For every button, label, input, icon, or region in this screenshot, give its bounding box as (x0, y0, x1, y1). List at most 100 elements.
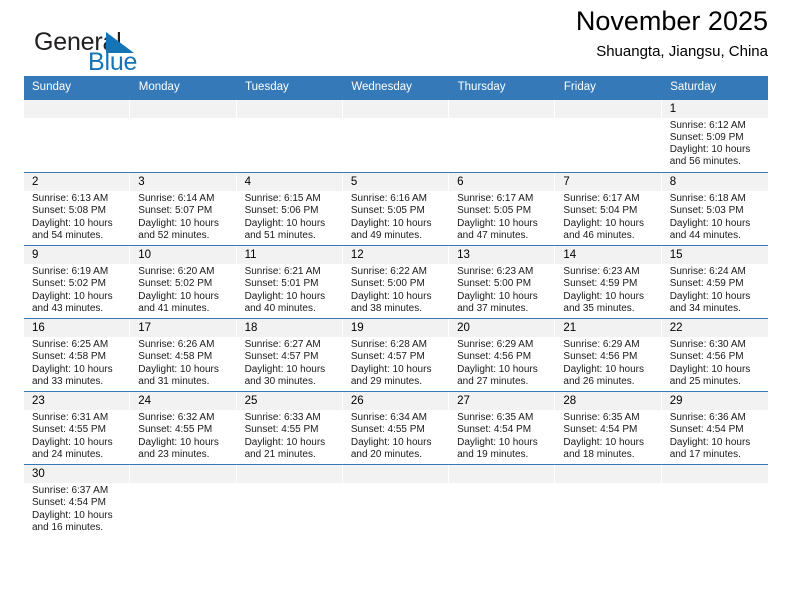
daylight-text: Daylight: 10 hours and 56 minutes. (669, 144, 751, 168)
day-cell-inner (342, 465, 450, 538)
calendar-day-cell[interactable]: 4 Sunrise: 6:15 AM Sunset: 5:06 PM Daylight… (236, 172, 343, 246)
sunrise-text: Sunrise: 6:33 AM (244, 412, 321, 423)
sunrise-text: Sunrise: 6:24 AM (669, 266, 746, 277)
calendar-day-cell[interactable]: 12 Sunrise: 6:22 AM Sunset: 5:00 PM Dayligh… (342, 245, 450, 319)
calendar-day-cell[interactable]: 16 Sunrise: 6:25 AM Sunset: 4:58 PM Dayligh… (24, 318, 131, 392)
day-number: 5 (342, 173, 449, 191)
sunrise-text: Sunrise: 6:19 AM (32, 266, 109, 277)
calendar-day-cell[interactable]: 14 Sunrise: 6:23 AM Sunset: 4:59 PM Dayligh… (555, 245, 662, 319)
sunrise-text: Sunrise: 6:12 AM (669, 119, 746, 131)
calendar-day-cell[interactable]: 13 Sunrise: 6:23 AM Sunset: 5:00 PM Dayligh… (449, 245, 556, 319)
day-details: Sunrise: 6:35 AM Sunset: 4:54 PM Daylight:… (555, 410, 660, 461)
calendar-day-cell[interactable]: 7 Sunrise: 6:17 AM Sunset: 5:04 PM Daylight… (555, 172, 662, 246)
calendar-day-cell[interactable]: 28 Sunrise: 6:35 AM Sunset: 4:54 PM Dayligh… (555, 391, 662, 465)
calendar-day-cell[interactable]: 9 Sunrise: 6:19 AM Sunset: 5:02 PM Daylight… (24, 245, 131, 319)
day-number-empty (342, 465, 449, 483)
weekday-header-wednesday: Wednesday (342, 76, 450, 100)
calendar-empty-cell (130, 99, 237, 173)
calendar-day-cell[interactable]: 10 Sunrise: 6:20 AM Sunset: 5:02 PM Dayligh… (130, 245, 237, 319)
day-details: Sunrise: 6:17 AM Sunset: 5:05 PM Daylight:… (449, 191, 554, 242)
day-number-empty (236, 99, 342, 118)
calendar-empty-cell (555, 464, 662, 538)
daylight-text: Daylight: 10 hours and 24 minutes. (32, 436, 113, 460)
calendar-day-cell[interactable]: 11 Sunrise: 6:21 AM Sunset: 5:01 PM Dayligh… (236, 245, 343, 319)
calendar-page: General Blue November 2025 Shuangta, Jia… (0, 0, 792, 612)
calendar-day-cell[interactable]: 18 Sunrise: 6:27 AM Sunset: 4:57 PM Dayligh… (236, 318, 343, 392)
day-cell-inner: 29 Sunrise: 6:36 AM Sunset: 4:54 PM Dayligh… (661, 392, 768, 464)
calendar-day-cell[interactable]: 24 Sunrise: 6:32 AM Sunset: 4:55 PM Dayligh… (130, 391, 237, 465)
day-details: Sunrise: 6:17 AM Sunset: 5:04 PM Daylight:… (555, 191, 660, 242)
calendar-day-cell[interactable]: 25 Sunrise: 6:33 AM Sunset: 4:55 PM Dayligh… (236, 391, 343, 465)
calendar-day-cell[interactable]: 1 Sunrise: 6:12 AM Sunset: 5:09 PM Daylight… (661, 99, 768, 173)
sunrise-text: Sunrise: 6:26 AM (138, 339, 215, 350)
day-cell-inner (236, 465, 343, 538)
day-number: 3 (130, 173, 236, 191)
calendar-day-cell[interactable]: 5 Sunrise: 6:16 AM Sunset: 5:05 PM Daylight… (342, 172, 450, 246)
calendar-day-cell[interactable]: 23 Sunrise: 6:31 AM Sunset: 4:55 PM Dayligh… (24, 391, 131, 465)
day-cell-inner: 22 Sunrise: 6:30 AM Sunset: 4:56 PM Dayligh… (661, 319, 768, 391)
calendar-day-cell[interactable]: 26 Sunrise: 6:34 AM Sunset: 4:55 PM Dayligh… (342, 391, 450, 465)
sunrise-text: Sunrise: 6:23 AM (457, 266, 534, 277)
calendar-day-cell[interactable]: 20 Sunrise: 6:29 AM Sunset: 4:56 PM Dayligh… (449, 318, 556, 392)
sunrise-text: Sunrise: 6:29 AM (563, 339, 640, 350)
day-cell-inner: 25 Sunrise: 6:33 AM Sunset: 4:55 PM Dayligh… (236, 392, 343, 464)
day-cell-inner: 12 Sunrise: 6:22 AM Sunset: 5:00 PM Dayligh… (342, 246, 450, 318)
sunset-text: Sunset: 5:06 PM (244, 205, 319, 217)
daylight-text: Daylight: 10 hours and 31 minutes. (138, 363, 219, 387)
sunset-text: Sunset: 4:55 PM (32, 424, 106, 436)
day-details: Sunrise: 6:12 AM Sunset: 5:09 PM Daylight:… (662, 118, 768, 169)
sunset-text: Sunset: 5:00 PM (350, 278, 425, 290)
calendar-day-cell[interactable]: 6 Sunrise: 6:17 AM Sunset: 5:05 PM Daylight… (449, 172, 556, 246)
calendar-day-cell[interactable]: 30 Sunrise: 6:37 AM Sunset: 4:54 PM Dayligh… (24, 464, 131, 538)
day-number-empty (24, 99, 130, 118)
day-number-empty (236, 465, 342, 483)
day-number: 22 (661, 319, 768, 337)
logo-text-blue: Blue (88, 48, 138, 76)
day-number-empty (661, 465, 768, 483)
calendar-week-row: 16 Sunrise: 6:25 AM Sunset: 4:58 PM Dayligh… (24, 318, 768, 392)
daylight-text: Daylight: 10 hours and 43 minutes. (32, 290, 113, 314)
calendar-empty-cell (342, 99, 450, 173)
sunrise-text: Sunrise: 6:29 AM (457, 339, 534, 350)
calendar-day-cell[interactable]: 2 Sunrise: 6:13 AM Sunset: 5:08 PM Daylight… (24, 172, 131, 246)
calendar-container: Sunday Monday Tuesday Wednesday Thursday… (24, 76, 768, 538)
sunset-text: Sunset: 4:54 PM (563, 424, 638, 436)
calendar-day-cell[interactable]: 22 Sunrise: 6:30 AM Sunset: 4:56 PM Dayligh… (661, 318, 768, 392)
calendar-day-cell[interactable]: 29 Sunrise: 6:36 AM Sunset: 4:54 PM Dayligh… (661, 391, 768, 465)
calendar-day-cell[interactable]: 21 Sunrise: 6:29 AM Sunset: 4:56 PM Dayligh… (555, 318, 662, 392)
day-cell-inner: 18 Sunrise: 6:27 AM Sunset: 4:57 PM Dayligh… (236, 319, 343, 391)
weekday-header-tuesday: Tuesday (236, 76, 344, 100)
sunrise-text: Sunrise: 6:17 AM (457, 193, 534, 204)
calendar-day-cell[interactable]: 3 Sunrise: 6:14 AM Sunset: 5:07 PM Daylight… (130, 172, 237, 246)
sunset-text: Sunset: 4:55 PM (350, 424, 425, 436)
day-details: Sunrise: 6:30 AM Sunset: 4:56 PM Daylight:… (662, 337, 768, 388)
sunrise-text: Sunrise: 6:14 AM (138, 193, 215, 204)
calendar-day-cell[interactable]: 17 Sunrise: 6:26 AM Sunset: 4:58 PM Dayligh… (130, 318, 237, 392)
daylight-text: Daylight: 10 hours and 25 minutes. (669, 363, 751, 387)
day-number: 14 (555, 246, 661, 264)
calendar-day-cell[interactable]: 15 Sunrise: 6:24 AM Sunset: 4:59 PM Dayligh… (661, 245, 768, 319)
daylight-text: Daylight: 10 hours and 47 minutes. (457, 217, 538, 241)
general-blue-logo: General Blue (34, 30, 214, 84)
day-details: Sunrise: 6:35 AM Sunset: 4:54 PM Daylight:… (449, 410, 554, 461)
weekday-header-friday: Friday (555, 76, 663, 100)
day-number: 27 (449, 392, 555, 410)
page-subtitle: Shuangta, Jiangsu, China (596, 43, 768, 61)
sunset-text: Sunset: 5:07 PM (138, 205, 213, 217)
calendar-day-cell[interactable]: 19 Sunrise: 6:28 AM Sunset: 4:57 PM Dayligh… (342, 318, 450, 392)
sunrise-text: Sunrise: 6:32 AM (138, 412, 215, 423)
day-details: Sunrise: 6:31 AM Sunset: 4:55 PM Daylight:… (24, 410, 129, 461)
calendar-day-cell[interactable]: 8 Sunrise: 6:18 AM Sunset: 5:03 PM Daylight… (661, 172, 768, 246)
day-details: Sunrise: 6:23 AM Sunset: 5:00 PM Daylight:… (449, 264, 554, 315)
day-number: 13 (449, 246, 555, 264)
calendar-week-row: 9 Sunrise: 6:19 AM Sunset: 5:02 PM Daylight… (24, 245, 768, 319)
day-number: 10 (130, 246, 236, 264)
daylight-text: Daylight: 10 hours and 16 minutes. (32, 509, 113, 533)
sunrise-text: Sunrise: 6:36 AM (669, 412, 746, 423)
day-number: 30 (24, 465, 130, 483)
day-details: Sunrise: 6:15 AM Sunset: 5:06 PM Daylight:… (237, 191, 342, 242)
calendar-day-cell[interactable]: 27 Sunrise: 6:35 AM Sunset: 4:54 PM Dayligh… (449, 391, 556, 465)
day-number: 26 (342, 392, 449, 410)
sunrise-text: Sunrise: 6:30 AM (669, 339, 746, 350)
day-number: 8 (661, 173, 768, 191)
